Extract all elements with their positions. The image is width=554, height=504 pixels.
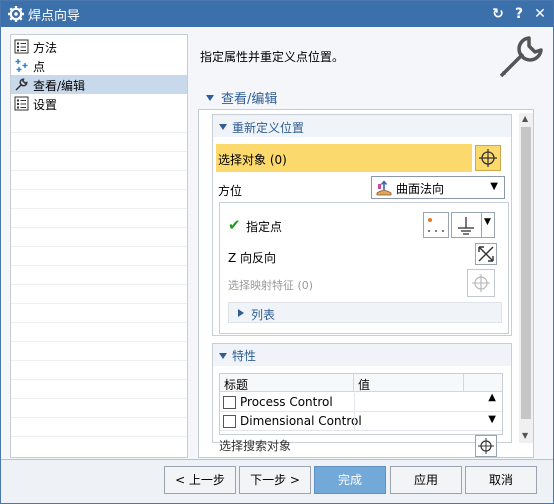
nav-item-label: 点 — [33, 60, 46, 74]
list-icon — [14, 39, 29, 54]
point-dialog-icon — [428, 218, 444, 232]
nav-item-label: 设置 — [33, 98, 58, 112]
table-row[interactable]: Process Control — [220, 393, 502, 412]
window-title: 焊点向导 — [28, 9, 81, 24]
close-icon[interactable]: ✕ — [531, 5, 549, 23]
nav-item-point[interactable]: 点 — [11, 56, 187, 75]
scroll-down-icon[interactable]: ▼ — [522, 431, 528, 440]
scrollbar-thumb[interactable] — [521, 127, 531, 419]
next-button[interactable]: 下一步 > — [239, 466, 311, 494]
reverse-direction-icon — [478, 246, 494, 262]
weld-point-wizard-dialog: 焊点向导 ↻ ? ✕ 方法 点 查看/编辑 设置 指定属性并重定义点位置。 查看… — [0, 0, 554, 504]
nav-item-settings[interactable]: 设置 — [11, 94, 187, 113]
point-dialog-button[interactable] — [423, 212, 449, 238]
divider — [1, 459, 553, 460]
group-title-properties: 特性 — [232, 349, 257, 363]
nav-item-label: 查看/编辑 — [33, 79, 86, 93]
step-instruction: 指定属性并重定义点位置。 — [200, 50, 345, 64]
divider — [11, 265, 187, 266]
z-reverse-button[interactable] — [475, 243, 497, 265]
divider — [11, 284, 187, 285]
row-checkbox[interactable] — [223, 415, 236, 428]
gear-icon — [8, 6, 24, 22]
divider — [11, 322, 187, 323]
column-header-empty — [464, 374, 502, 392]
select-search-object-button[interactable] — [475, 435, 497, 457]
reset-icon[interactable]: ↻ — [489, 5, 507, 23]
collapse-arrow-icon[interactable] — [219, 124, 227, 130]
expand-arrow-icon — [238, 309, 244, 317]
nav-item-view-edit[interactable]: 查看/编辑 — [11, 75, 187, 94]
divider — [11, 246, 187, 247]
list-icon — [14, 96, 29, 111]
row-checkbox[interactable] — [223, 396, 236, 409]
scroll-up-icon[interactable]: ▲ — [522, 114, 528, 123]
divider — [11, 170, 187, 171]
table-row[interactable]: Dimensional Control — [220, 412, 502, 431]
divider — [354, 412, 355, 431]
specify-point-label: 指定点 — [246, 220, 283, 234]
z-reverse-label: Z 向反向 — [228, 251, 277, 265]
row-title: Dimensional Control — [240, 414, 362, 428]
row-title: Process Control — [240, 395, 333, 409]
checkmark-icon: ✔ — [228, 216, 241, 234]
divider — [11, 417, 187, 418]
table-scroll-up-icon[interactable]: ▲ — [488, 392, 496, 403]
nav-item-method[interactable]: 方法 — [11, 37, 187, 56]
apply-button[interactable]: 应用 — [390, 466, 462, 494]
nav-item-label: 方法 — [33, 41, 58, 55]
cancel-button[interactable]: 取消 — [465, 466, 537, 494]
point-type-dropdown[interactable]: ▼ — [451, 212, 495, 238]
list-label: 列表 — [251, 308, 276, 322]
select-map-feature-button[interactable] — [467, 269, 495, 297]
divider — [11, 303, 187, 304]
wizard-step-list: 方法 点 查看/编辑 设置 — [10, 34, 188, 458]
divider — [11, 189, 187, 190]
column-header-value[interactable]: 值 — [354, 374, 464, 392]
divider — [11, 151, 187, 152]
divider — [354, 393, 355, 412]
title-bar: 焊点向导 ↻ ? ✕ — [1, 1, 553, 27]
point-snap-icon — [458, 217, 474, 235]
table-scroll-down-icon[interactable]: ▼ — [488, 414, 496, 425]
orientation-label: 方位 — [218, 184, 243, 198]
crosshair-icon — [472, 274, 490, 292]
group-header — [213, 344, 511, 366]
select-map-feature-label: 选择映射特征 (0) — [228, 279, 314, 292]
orientation-value: 曲面法向 — [396, 182, 445, 196]
divider — [11, 360, 187, 361]
prev-button[interactable]: < 上一步 — [164, 466, 236, 494]
orientation-dropdown[interactable]: 曲面法向 ▼ — [371, 176, 505, 199]
partial-row-label: 选择搜索对象 — [219, 439, 292, 453]
crosshair-icon — [479, 149, 497, 167]
chevron-down-icon: ▼ — [490, 181, 498, 192]
divider — [11, 436, 187, 437]
select-object-label: 选择对象 (0) — [218, 153, 287, 167]
surface-normal-icon — [376, 180, 392, 196]
divider — [11, 379, 187, 380]
wrench-icon — [499, 36, 543, 78]
collapse-arrow-icon[interactable] — [219, 353, 227, 359]
list-expander[interactable]: 列表 — [228, 302, 502, 323]
help-icon[interactable]: ? — [510, 5, 528, 23]
divider — [11, 132, 187, 133]
collapse-arrow-icon[interactable] — [206, 95, 214, 101]
section-title-view-edit: 查看/编辑 — [221, 92, 278, 107]
chevron-down-icon: ▼ — [484, 217, 491, 227]
finish-button[interactable]: 完成 — [314, 466, 386, 494]
points-icon — [15, 59, 28, 72]
divider — [11, 341, 187, 342]
select-object-button[interactable] — [475, 145, 501, 171]
group-title-redefine-position: 重新定义位置 — [232, 121, 305, 135]
crosshair-icon — [478, 438, 494, 454]
properties-table: 标题 值 Process Control Dimensional Control… — [219, 373, 503, 435]
panel-scrollbar[interactable]: ▲ ▼ — [519, 113, 533, 443]
wrench-icon — [15, 78, 28, 91]
divider — [11, 398, 187, 399]
divider — [11, 227, 187, 228]
column-header-title[interactable]: 标题 — [220, 374, 354, 392]
divider — [11, 208, 187, 209]
